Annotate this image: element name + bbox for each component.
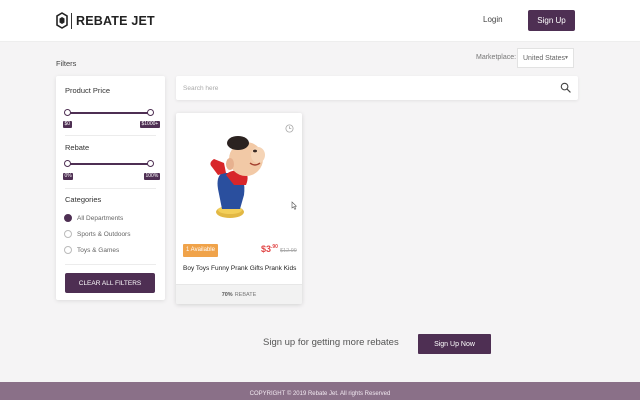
filter-divider bbox=[65, 188, 156, 189]
top-header: REBATE JET Login Sign Up bbox=[0, 0, 640, 42]
login-link[interactable]: Login bbox=[483, 15, 503, 24]
rebate-percent: 70% bbox=[221, 291, 233, 298]
signup-now-button[interactable]: Sign Up Now bbox=[418, 334, 491, 354]
filter-divider bbox=[65, 264, 156, 265]
rebate-filter-heading: Rebate bbox=[65, 143, 90, 152]
price-filter-heading: Product Price bbox=[65, 86, 111, 95]
rebate-min-tag: 0% bbox=[63, 173, 74, 180]
rebate-strip: 70% REBATE bbox=[176, 284, 302, 304]
price-max-tag: $1000+ bbox=[140, 121, 160, 128]
marketplace-label: Marketplace: bbox=[476, 54, 517, 61]
current-price: $3.90 bbox=[261, 244, 278, 254]
cursor-icon bbox=[291, 201, 297, 210]
radio-checked-icon[interactable] bbox=[64, 214, 72, 222]
category-option-toys-games[interactable]: Toys & Games bbox=[64, 246, 119, 254]
radio-unchecked-icon[interactable] bbox=[64, 230, 72, 238]
rebate-slider-track[interactable] bbox=[67, 163, 151, 165]
rebate-max-tag: 100% bbox=[144, 173, 160, 180]
category-option-sports-outdoors[interactable]: Sports & Outdoors bbox=[64, 230, 130, 238]
search-input[interactable] bbox=[183, 82, 543, 94]
product-image[interactable] bbox=[200, 129, 280, 229]
category-label: Sports & Outdoors bbox=[77, 230, 131, 238]
marketplace-selected-value: United States bbox=[523, 54, 566, 62]
original-price: $12.99 bbox=[280, 248, 297, 254]
brand-name: REBATE JET bbox=[76, 13, 155, 28]
rebate-slider-max-handle[interactable] bbox=[147, 160, 154, 167]
filter-panel: Product Price $0 $1000+ Rebate 0% 100% C… bbox=[56, 76, 165, 300]
price-cents: .90 bbox=[271, 244, 278, 250]
marketplace-select[interactable]: United States ▼ bbox=[517, 48, 574, 68]
footer: COPYRIGHT © 2019 Rebate Jet. All rights … bbox=[0, 382, 640, 400]
price-slider-track[interactable] bbox=[67, 112, 151, 114]
product-title[interactable]: Boy Toys Funny Prank Gifts Prank Kids bbox=[183, 265, 297, 272]
product-card[interactable]: 1 Available $3.90 $12.99 Boy Toys Funny … bbox=[176, 113, 302, 304]
category-label: All Departments bbox=[77, 214, 124, 222]
filters-title: Filters bbox=[56, 59, 77, 68]
categories-heading: Categories bbox=[65, 195, 102, 204]
caret-down-icon: ▼ bbox=[564, 55, 569, 61]
price-whole: $3 bbox=[261, 244, 272, 254]
rebate-slider-min-handle[interactable] bbox=[64, 160, 71, 167]
logo-separator bbox=[71, 12, 72, 29]
rebate-label: REBATE bbox=[234, 291, 257, 298]
filter-divider bbox=[65, 135, 156, 136]
category-label: Toys & Games bbox=[77, 246, 120, 254]
availability-badge: 1 Available bbox=[183, 244, 218, 257]
logo-hexagon-icon bbox=[56, 12, 68, 29]
category-option-all-departments[interactable]: All Departments bbox=[64, 214, 123, 222]
search-bar bbox=[176, 76, 578, 100]
clock-icon bbox=[285, 124, 294, 133]
brand-logo[interactable]: REBATE JET bbox=[56, 12, 155, 29]
price-min-tag: $0 bbox=[63, 121, 72, 128]
radio-unchecked-icon[interactable] bbox=[64, 246, 72, 254]
clear-all-filters-button[interactable]: CLEAR ALL FILTERS bbox=[65, 273, 155, 293]
price-slider-max-handle[interactable] bbox=[147, 109, 154, 116]
price-slider-min-handle[interactable] bbox=[64, 109, 71, 116]
signup-cta-text: Sign up for getting more rebates bbox=[263, 337, 399, 348]
copyright-text: COPYRIGHT © 2019 Rebate Jet. All rights … bbox=[249, 391, 391, 397]
signup-button[interactable]: Sign Up bbox=[528, 10, 575, 31]
search-icon[interactable] bbox=[560, 82, 571, 93]
